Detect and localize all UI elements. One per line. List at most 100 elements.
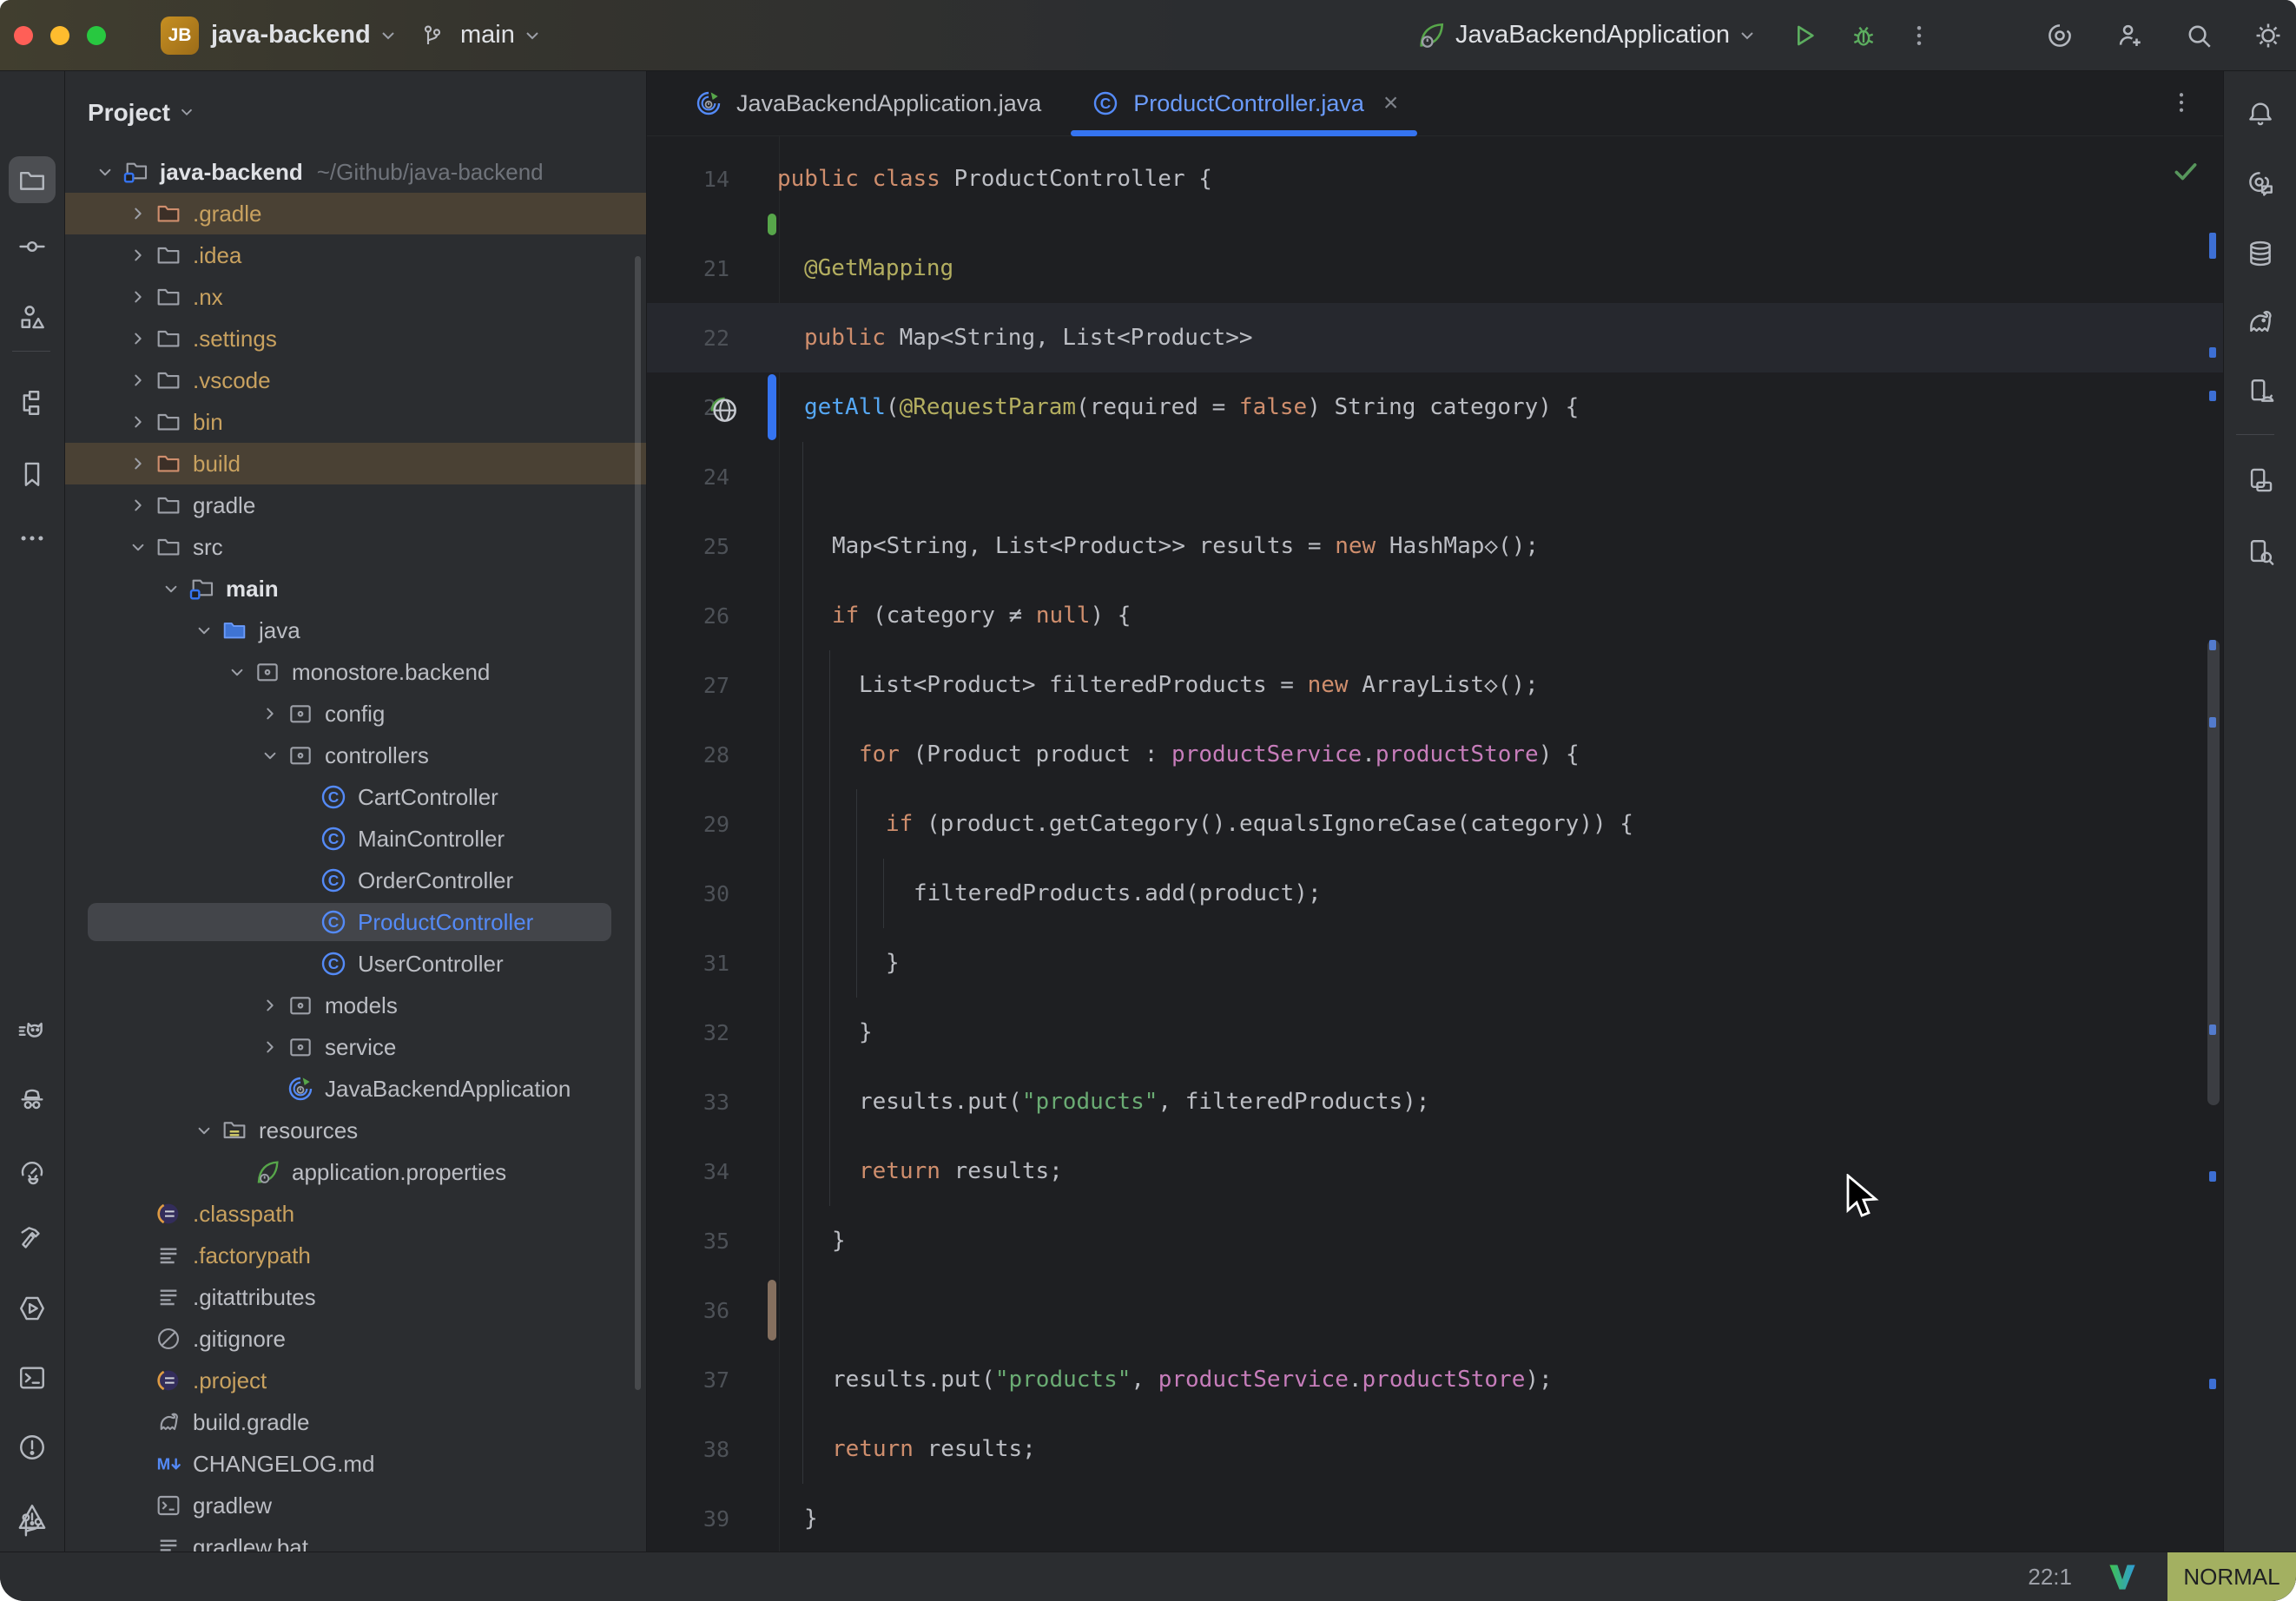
tree-chevron-right-icon[interactable] (254, 1031, 287, 1064)
bookmark-tool-button[interactable] (9, 451, 56, 497)
code-line-34[interactable]: 34return results; (647, 1137, 2223, 1206)
tree-item--project[interactable]: .project (65, 1360, 646, 1401)
more-run-options-icon[interactable] (1903, 20, 1935, 51)
tree-item--vscode[interactable]: .vscode (65, 359, 646, 401)
code-line-26[interactable]: 26if (category ≠ null) { (647, 581, 2223, 650)
tree-item-monostore-backend[interactable]: monostore.backend (65, 651, 646, 693)
code-line-22[interactable]: 22public Map<String, List<Product>> (647, 303, 2223, 372)
tree-chevron-right-icon[interactable] (254, 989, 287, 1022)
tree-item-cartcontroller[interactable]: CCartController (65, 776, 646, 818)
tree-item-build[interactable]: build (65, 443, 646, 484)
code-line-28[interactable]: 28for (Product product : productService.… (647, 720, 2223, 789)
debug-button[interactable] (1848, 20, 1879, 51)
tree-item--settings[interactable]: .settings (65, 318, 646, 359)
code-line-14[interactable]: 14public class ProductController { (647, 144, 2223, 214)
tree-item-main[interactable]: main (65, 568, 646, 609)
close-tab-icon[interactable]: × (1383, 90, 1399, 116)
line-number[interactable]: 31 (647, 951, 729, 976)
tree-chevron-right-icon[interactable] (122, 197, 155, 230)
tree-item-service[interactable]: service (65, 1026, 646, 1068)
tree-item-gradlew[interactable]: gradlew (65, 1485, 646, 1526)
line-number[interactable]: 33 (647, 1090, 729, 1115)
line-number[interactable]: 37 (647, 1367, 729, 1393)
line-number[interactable]: 36 (647, 1298, 729, 1323)
line-number[interactable]: 39 (647, 1506, 729, 1532)
tree-item-models[interactable]: models (65, 985, 646, 1026)
git-branch-tool-button[interactable] (9, 1502, 56, 1549)
search-icon[interactable] (2183, 20, 2214, 51)
line-number[interactable]: 29 (647, 812, 729, 837)
code-line-29[interactable]: 29if (product.getCategory().equalsIgnore… (647, 789, 2223, 859)
chevron-down-icon[interactable] (177, 102, 198, 123)
tree-chevron-right-icon[interactable] (122, 364, 155, 397)
tree-item-bin[interactable]: bin (65, 401, 646, 443)
code-line-37[interactable]: 37results.put("products", productService… (647, 1345, 2223, 1414)
tree-chevron-down-icon[interactable] (254, 739, 287, 772)
caret-position[interactable]: 22:1 (2028, 1564, 2072, 1591)
tree-item-maincontroller[interactable]: CMainController (65, 818, 646, 860)
zoom-window-button[interactable] (87, 26, 106, 45)
line-number[interactable]: 32 (647, 1020, 729, 1045)
code-line-21[interactable]: 21@GetMapping (647, 234, 2223, 303)
editor-scrollbar[interactable] (2207, 640, 2220, 1105)
code-line-38[interactable]: 38return results; (647, 1414, 2223, 1484)
vcs-widget[interactable]: main (417, 20, 543, 51)
vim-mode-badge[interactable]: NORMAL (2167, 1552, 2296, 1601)
line-number[interactable]: 30 (647, 881, 729, 906)
tree-item-gradle[interactable]: gradle (65, 484, 646, 526)
line-number[interactable]: 25 (647, 534, 729, 559)
project-tree-scrollbar[interactable] (635, 256, 641, 1390)
ideavim-icon[interactable] (2107, 1561, 2138, 1592)
tree-chevron-right-icon[interactable] (122, 447, 155, 480)
close-window-button[interactable] (14, 26, 33, 45)
folder-tool-button[interactable] (9, 156, 56, 203)
tree-chevron-down-icon[interactable] (188, 1114, 221, 1147)
tree-item-productcontroller[interactable]: CProductController (65, 901, 646, 943)
terminal-tool-button[interactable] (9, 1354, 56, 1401)
run-configuration[interactable]: JavaBackendApplication (1455, 21, 1730, 49)
line-number[interactable]: 22 (647, 326, 729, 351)
line-number[interactable]: 34 (647, 1159, 729, 1184)
tree-item--idea[interactable]: .idea (65, 234, 646, 276)
project-widget[interactable]: java-backend (199, 21, 399, 49)
ai-chat-tool-button[interactable] (2237, 160, 2284, 207)
tree-chevron-down-icon[interactable] (89, 155, 122, 188)
tree-chevron-down-icon[interactable] (155, 572, 188, 605)
line-number[interactable]: 28 (647, 742, 729, 768)
ai-assistant-icon[interactable] (2044, 20, 2075, 51)
tree-item-src[interactable]: src (65, 526, 646, 568)
device-layers-tool-button[interactable] (2237, 457, 2284, 504)
run-button[interactable] (1789, 20, 1820, 51)
folded-region-band[interactable] (647, 214, 2223, 234)
tree-item--gradle[interactable]: .gradle (65, 193, 646, 234)
code-line-32[interactable]: 32} (647, 998, 2223, 1067)
code-line-33[interactable]: 33results.put("products", filteredProduc… (647, 1067, 2223, 1137)
shapes-tool-button[interactable] (9, 293, 56, 340)
tree-item-usercontroller[interactable]: CUserController (65, 943, 646, 985)
line-number[interactable]: 38 (647, 1437, 729, 1462)
tree-chevron-right-icon[interactable] (122, 280, 155, 313)
tree-item-resources[interactable]: resources (65, 1110, 646, 1151)
tree-chevron-right-icon[interactable] (122, 322, 155, 355)
line-number[interactable]: 21 (647, 256, 729, 281)
code-line-23[interactable]: 23getAll(@RequestParam(required = false)… (647, 372, 2223, 442)
tree-item-java-backend[interactable]: java-backend~/Github/java-backend (65, 151, 646, 193)
more-tool-button[interactable] (9, 515, 56, 562)
editor-tab-javabackendapplication-java[interactable]: JavaBackendApplication.java (669, 71, 1066, 135)
tree-item--nx[interactable]: .nx (65, 276, 646, 318)
tree-chevron-right-icon[interactable] (254, 697, 287, 730)
tree-item-changelog-md[interactable]: MCHANGELOG.md (65, 1443, 646, 1485)
tab-options-icon[interactable] (2166, 87, 2197, 118)
tree-item--classpath[interactable]: .classpath (65, 1193, 646, 1235)
tree-item--gitignore[interactable]: .gitignore (65, 1318, 646, 1360)
line-number[interactable]: 27 (647, 673, 729, 698)
code-line-31[interactable]: 31} (647, 928, 2223, 998)
tree-item--gitattributes[interactable]: .gitattributes (65, 1276, 646, 1318)
gradle-tool-button[interactable] (2237, 299, 2284, 346)
device-search-tool-button[interactable] (2237, 529, 2284, 576)
settings-gear-icon[interactable] (2253, 20, 2284, 51)
tree-item--factorypath[interactable]: .factorypath (65, 1235, 646, 1276)
gauge-profiler-tool-button[interactable] (9, 1148, 56, 1195)
tree-chevron-right-icon[interactable] (122, 489, 155, 522)
code-line-24[interactable]: 24 (647, 442, 2223, 511)
